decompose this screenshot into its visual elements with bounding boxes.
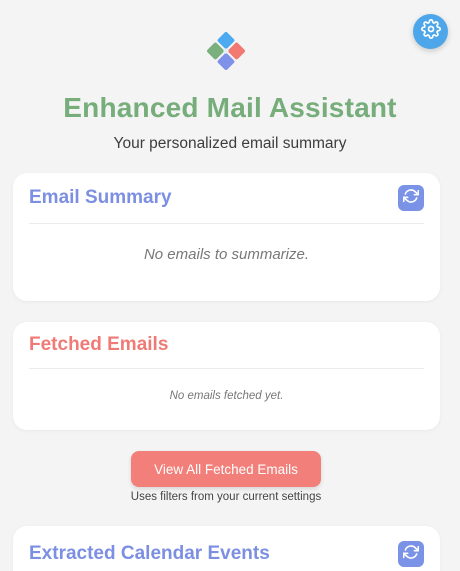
refresh-icon [402,188,420,209]
refresh-icon [402,544,420,565]
gear-icon [420,19,441,44]
fetched-emails-header: Fetched Emails [29,322,424,369]
email-summary-card: Email Summary No emails to summarize. [13,173,440,301]
fetched-emails-title: Fetched Emails [29,334,169,355]
view-all-fetched-emails-button[interactable]: View All Fetched Emails [131,451,321,487]
app-subtitle: Your personalized email summary [113,135,347,152]
app-title: Enhanced Mail Assistant [63,92,397,123]
fetched-emails-card: Fetched Emails No emails fetched yet. [13,322,440,430]
calendar-events-title: Extracted Calendar Events [29,543,270,564]
email-summary-refresh-button[interactable] [398,185,424,211]
settings-button[interactable] [413,14,448,49]
calendar-events-header: Extracted Calendar Events [29,526,424,571]
email-summary-empty-text: No emails to summarize. [143,246,310,263]
fetched-emails-empty-text: No emails fetched yet. [169,390,284,402]
diamond-logo-icon [195,20,257,82]
calendar-events-card: Extracted Calendar Events [13,526,440,571]
filter-note: Uses filters from your current settings [130,491,322,503]
calendar-events-refresh-button[interactable] [398,541,424,567]
mail-assistant-panel: Enhanced Mail Assistant Your personalize… [0,0,460,571]
email-summary-title: Email Summary [29,187,172,208]
email-summary-header: Email Summary [29,173,424,224]
